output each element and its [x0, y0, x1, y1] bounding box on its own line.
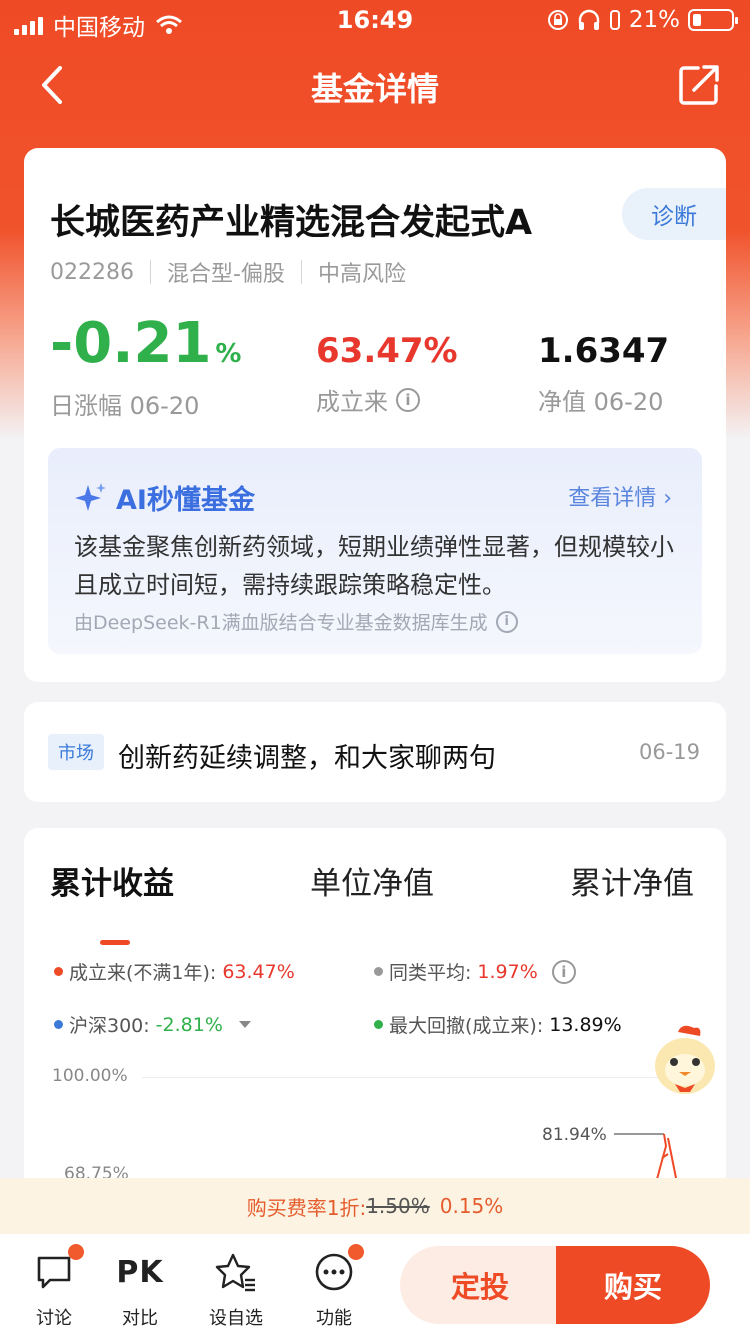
- page-title: 基金详情: [310, 70, 439, 108]
- legend-value: -2.81%: [155, 1013, 223, 1036]
- notification-dot: [348, 1244, 364, 1260]
- daily-change-value: -0.21: [50, 311, 212, 376]
- buy-button[interactable]: 购买: [556, 1246, 710, 1324]
- pk-icon: PK: [116, 1254, 164, 1290]
- tab-cumulative-return[interactable]: 累计收益: [50, 858, 174, 903]
- ai-title: AI秒懂基金: [74, 478, 255, 517]
- tab-cumulative-nav[interactable]: 累计净值: [570, 858, 694, 903]
- auto-invest-button[interactable]: 定投: [400, 1246, 560, 1324]
- ai-source-text: 由DeepSeek-R1满血版结合专业基金数据库生成: [74, 612, 488, 634]
- ai-more-link[interactable]: 查看详情 ›: [568, 480, 672, 512]
- legend-label: 同类平均:: [389, 962, 472, 984]
- fund-risk: 中高风险: [317, 262, 406, 287]
- compare-label: 对比: [122, 1308, 158, 1329]
- watchlist-label: 设自选: [209, 1308, 263, 1329]
- headphones-icon: [578, 9, 600, 30]
- legend-dot: [54, 1020, 63, 1029]
- news-title: 创新药延续调整，和大家聊两句: [118, 743, 496, 774]
- fund-summary-card: 长城医药产业精选混合发起式A 诊断 022286 混合型-偏股 中高风险 -0.…: [24, 148, 726, 682]
- battery-percent: 21%: [628, 7, 680, 33]
- fee-discounted: 0.15%: [439, 1194, 504, 1218]
- diagnose-button[interactable]: 诊断: [622, 188, 726, 240]
- fee-banner: 购买费率1折: 1.50% 0.15%: [0, 1178, 750, 1234]
- legend-value: 63.47%: [222, 960, 295, 983]
- nav-label: 净值 06-20: [538, 388, 664, 416]
- since-inception-label: 成立来: [316, 388, 388, 416]
- divider: [149, 260, 151, 284]
- battery-icon: [688, 9, 738, 31]
- compare-button[interactable]: PK 对比: [100, 1250, 180, 1330]
- chart-tabs: 累计收益 单位净值 累计净值: [24, 858, 726, 945]
- bottom-action-bar: 讨论 PK 对比 设自选 功能 定投 购买: [0, 1234, 750, 1334]
- legend-max-drawdown: 最大回撤(成立来): 13.89%: [374, 1011, 622, 1038]
- daily-change-label: 日涨幅 06-20: [50, 392, 200, 420]
- notification-dot: [68, 1244, 84, 1260]
- legend-label: 最大回撤(成立来):: [389, 1015, 544, 1037]
- legend-label: 成立来(不满1年):: [69, 962, 217, 984]
- tab-unit-nav[interactable]: 单位净值: [310, 858, 434, 903]
- legend-peer-average: 同类平均: 1.97% i: [374, 958, 576, 985]
- fund-name: 长城医药产业精选混合发起式A: [50, 203, 533, 243]
- legend-value: 13.89%: [549, 1013, 622, 1036]
- earbud-icon: [609, 10, 620, 30]
- more-dots-icon: [315, 1253, 353, 1291]
- ai-summary-box[interactable]: AI秒懂基金 查看详情 › 该基金聚焦创新药领域，短期业绩弹性显著，但规模较小且…: [48, 448, 702, 654]
- legend-dot: [374, 1020, 383, 1029]
- share-icon[interactable]: [676, 62, 722, 108]
- news-card[interactable]: 市场 创新药延续调整，和大家聊两句 06-19: [24, 702, 726, 802]
- daily-change-unit: %: [215, 339, 242, 369]
- nav-value: 1.6347: [538, 331, 670, 371]
- fund-code: 022286: [50, 259, 134, 285]
- legend-dot: [54, 967, 63, 976]
- legend-dot: [374, 967, 383, 976]
- functions-label: 功能: [316, 1308, 352, 1329]
- watchlist-button[interactable]: 设自选: [196, 1250, 276, 1330]
- peak-value-label: 81.94%: [542, 1125, 607, 1145]
- ai-title-text: AI秒懂基金: [116, 485, 255, 516]
- news-date: 06-19: [638, 740, 700, 764]
- gridline: [142, 1077, 702, 1078]
- rotation-lock-icon: [547, 10, 568, 30]
- legend-csi300[interactable]: 沪深300: -2.81%: [54, 1011, 251, 1038]
- fund-type: 混合型-偏股: [166, 262, 285, 287]
- discuss-button[interactable]: 讨论: [14, 1244, 94, 1330]
- ai-source: 由DeepSeek-R1满血版结合专业基金数据库生成 i: [74, 608, 518, 635]
- info-icon[interactable]: i: [551, 959, 576, 984]
- star-list-icon: [215, 1253, 255, 1292]
- tab-indicator: [100, 940, 130, 945]
- discuss-label: 讨论: [36, 1308, 72, 1329]
- info-icon[interactable]: i: [495, 610, 518, 633]
- divider: [300, 260, 302, 284]
- nav-bar: 基金详情: [0, 44, 750, 124]
- ai-summary-text: 该基金聚焦创新药领域，短期业绩弹性显著，但规模较小且成立时间短，需持续跟踪策略稳…: [74, 533, 674, 599]
- nav-stat: 1.6347 净值 06-20: [538, 334, 669, 417]
- status-bar: 中国移动 16:49 21%: [0, 0, 750, 41]
- fee-label: 购买费率1折:: [246, 1195, 367, 1220]
- daily-change-stat: -0.21% 日涨幅 06-20: [50, 316, 241, 421]
- sparkle-icon: [75, 482, 106, 511]
- news-tag: 市场: [48, 734, 104, 770]
- fund-meta: 022286 混合型-偏股 中高风险: [50, 256, 406, 288]
- y-axis-tick: 100.00%: [52, 1066, 128, 1086]
- functions-button[interactable]: 功能: [294, 1244, 374, 1330]
- legend-since-inception: 成立来(不满1年): 63.47%: [54, 958, 295, 985]
- mascot-icon[interactable]: [650, 1024, 720, 1098]
- since-inception-stat: 63.47% 成立来 i: [316, 334, 458, 417]
- chat-bubble-icon: [37, 1256, 71, 1289]
- status-right: 21%: [547, 7, 738, 33]
- dropdown-caret-icon[interactable]: [238, 1021, 251, 1028]
- legend-label: 沪深300:: [69, 1015, 150, 1037]
- legend-value: 1.97%: [477, 960, 538, 983]
- since-inception-value: 63.47%: [316, 331, 458, 371]
- fee-original: 1.50%: [366, 1194, 430, 1218]
- info-icon[interactable]: i: [396, 387, 420, 412]
